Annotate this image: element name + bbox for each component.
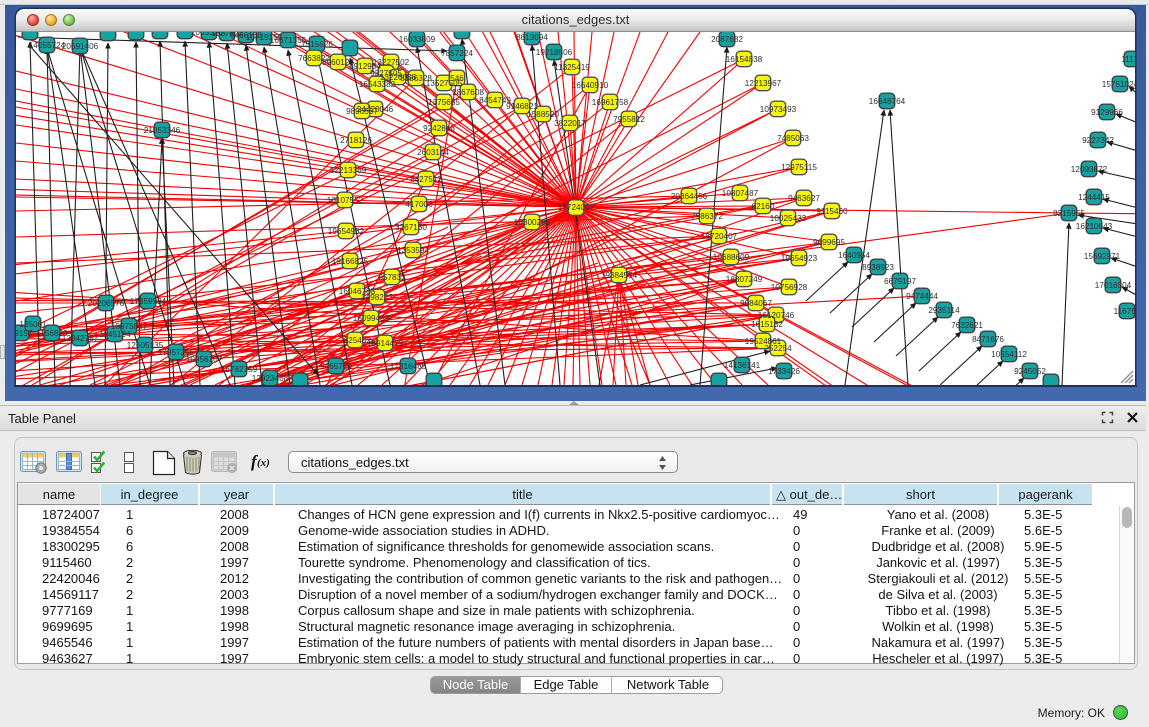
svg-text:9699695: 9699695 [813,238,845,247]
svg-text:9465771: 9465771 [320,362,352,371]
svg-text:14136141: 14136141 [724,361,761,370]
svg-text:1640954: 1640954 [838,251,870,260]
svg-text:13227502: 13227502 [373,58,410,67]
svg-text:252254: 252254 [764,344,792,353]
svg-text:12213369: 12213369 [330,166,367,175]
svg-text:1375685: 1375685 [428,98,460,107]
svg-text:14055724: 14055724 [29,41,66,50]
svg-text:7632621: 7632621 [951,321,983,330]
svg-text:(x): (x) [257,457,270,469]
svg-text:2603144: 2603144 [417,148,449,157]
svg-text:15692971: 15692971 [1084,252,1121,261]
svg-text:17016504: 17016504 [1095,281,1132,290]
svg-text:16154838: 16154838 [726,55,763,64]
svg-text:19384554: 19384554 [601,271,638,280]
svg-text:16782759: 16782759 [221,365,258,374]
svg-text:9242848: 9242848 [423,124,455,133]
svg-text:20691406: 20691406 [62,42,99,51]
svg-text:21053346: 21053346 [144,126,181,135]
svg-text:2087682: 2087682 [711,35,743,44]
svg-text:9227342: 9227342 [1082,136,1114,145]
svg-text:18724007: 18724007 [558,203,595,212]
svg-text:10973493: 10973493 [760,105,797,114]
svg-text:39157: 39157 [16,329,33,338]
svg-text:135061: 135061 [19,320,47,329]
svg-text:7955812: 7955812 [613,115,645,124]
svg-text:12342757: 12342757 [62,334,99,343]
svg-text:3822017: 3822017 [554,119,586,128]
svg-text:3267130: 3267130 [395,223,427,232]
svg-text:10025433: 10025433 [770,214,807,223]
svg-text:16961758: 16961758 [592,98,629,107]
svg-text:17316485: 17316485 [390,362,427,371]
svg-text:16543382: 16543382 [359,80,396,89]
svg-text:10958107: 10958107 [186,355,223,364]
svg-text:12923468: 12923468 [252,374,289,383]
svg-text:20364456: 20364456 [671,192,708,201]
svg-text:1733426: 1733426 [768,367,800,376]
svg-text:10807487: 10807487 [722,189,759,198]
svg-text:62160: 62160 [752,202,775,211]
svg-text:16914479: 16914479 [367,339,404,348]
svg-text:17359934: 17359934 [130,297,167,306]
svg-text:2935114: 2935114 [928,306,960,315]
svg-text:19654923: 19654923 [781,254,818,263]
svg-text:7485063: 7485063 [777,134,809,143]
svg-text:9896537: 9896537 [346,107,378,116]
svg-text:1244415: 1244415 [1078,193,1110,202]
svg-text:1588520: 1588520 [527,110,559,119]
svg-text:19166825: 19166825 [332,257,369,266]
svg-text:2718126: 2718126 [340,136,372,145]
svg-text:18807249: 18807249 [726,275,763,284]
svg-text:16120746: 16120746 [758,311,795,320]
svg-text:19218506: 19218506 [536,48,573,57]
svg-text:1353594: 1353594 [397,246,429,255]
svg-text:19654982: 19654982 [328,227,365,236]
svg-text:11173: 11173 [1121,55,1135,64]
svg-text:9084067: 9084067 [740,299,772,308]
svg-text:10654112: 10654112 [991,350,1027,359]
svg-text:16210643: 16210643 [1076,222,1113,231]
svg-text:7515526: 7515526 [301,40,333,49]
svg-text:9129966: 9129966 [1091,108,1123,117]
svg-text:1615132: 1615132 [751,320,783,329]
svg-text:8813094: 8813094 [516,33,548,42]
svg-text:8215955: 8215955 [1053,209,1085,218]
svg-text:546: 546 [450,74,464,83]
svg-text:12093872: 12093872 [1071,165,1108,174]
svg-text:9115460: 9115460 [816,207,848,216]
svg-text:16640910: 16640910 [572,81,609,90]
svg-text:15751024: 15751024 [1102,80,1135,89]
svg-text:417006: 417006 [405,200,433,209]
svg-text:16648764: 16648764 [869,97,906,106]
svg-text:16099489: 16099489 [353,314,390,323]
svg-text:857833: 857833 [378,273,406,282]
svg-text:10107552: 10107552 [327,196,364,205]
svg-text:16033809: 16033809 [399,35,436,44]
svg-text:8471676: 8471676 [972,335,1004,344]
svg-text:1498222: 1498222 [361,293,393,302]
svg-text:9463627: 9463627 [788,194,820,203]
svg-text:12975115: 12975115 [781,163,817,172]
svg-text:6679197: 6679197 [884,277,916,286]
svg-text:7857224: 7857224 [441,49,473,58]
svg-text:12213967: 12213967 [745,79,782,88]
svg-text:20206576: 20206576 [88,299,125,308]
svg-text:8427512: 8427512 [410,175,442,184]
svg-text:10975887: 10975887 [111,322,148,331]
svg-text:11325419: 11325419 [554,63,590,72]
svg-text:9245052: 9245052 [1014,367,1046,376]
svg-text:18300295: 18300295 [514,218,551,227]
svg-text:1145194: 1145194 [99,330,131,339]
svg-text:9474444: 9474444 [906,292,938,301]
svg-text:8938923: 8938923 [862,263,894,272]
svg-text:18720407: 18720407 [701,232,738,241]
svg-text:10688609: 10688609 [713,253,750,262]
svg-text:7986372: 7986372 [691,212,723,221]
svg-text:116753: 116753 [1114,307,1135,316]
svg-text:10756928: 10756928 [771,283,808,292]
